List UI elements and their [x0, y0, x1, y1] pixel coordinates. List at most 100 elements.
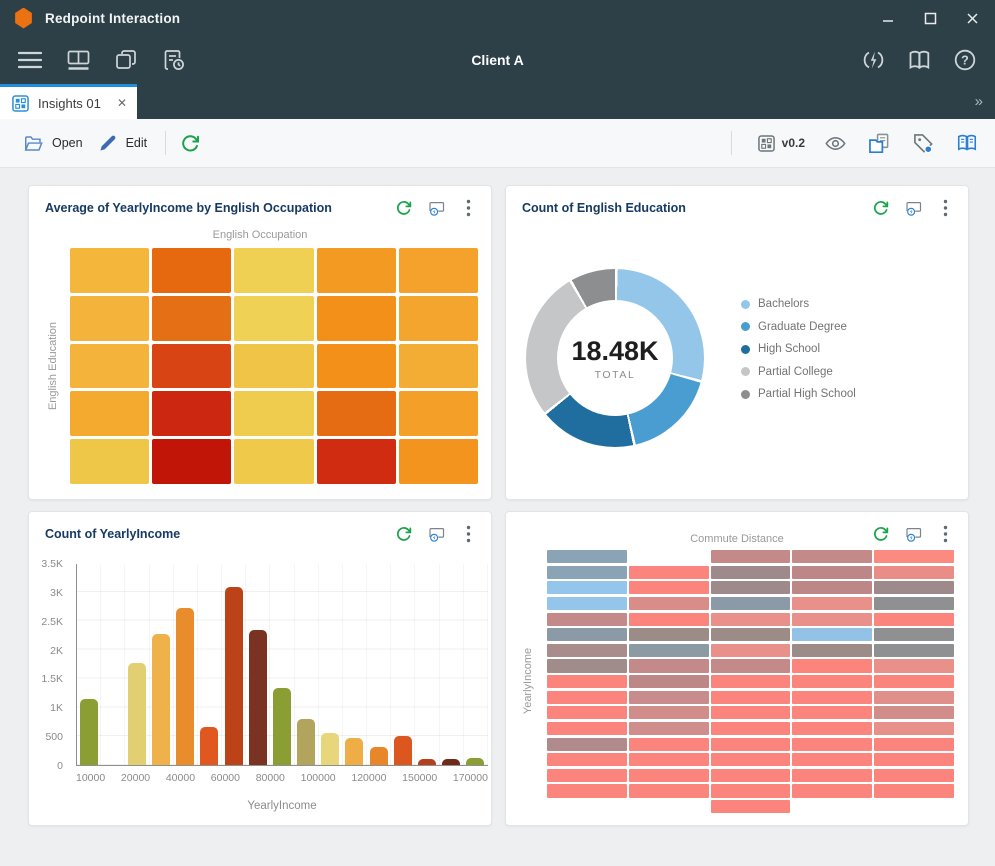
- heatmap-cell[interactable]: [711, 691, 791, 704]
- heatmap-cell[interactable]: [70, 344, 149, 389]
- heatmap-cell[interactable]: [874, 738, 954, 751]
- heatmap-cell[interactable]: [70, 296, 149, 341]
- edit-button[interactable]: Edit: [91, 128, 156, 158]
- preview-eye-icon[interactable]: [821, 129, 849, 157]
- heatmap-cell[interactable]: [629, 581, 709, 594]
- minimize-icon[interactable]: [879, 9, 897, 27]
- heatmap-cell[interactable]: [547, 706, 627, 719]
- heatmap-cell[interactable]: [629, 644, 709, 657]
- heatmap-cell[interactable]: [711, 597, 791, 610]
- panel-refresh-icon[interactable]: [872, 199, 890, 217]
- bar[interactable]: [200, 727, 218, 765]
- panel-apply-filter-icon[interactable]: [427, 525, 445, 543]
- heatmap-cell[interactable]: [874, 706, 954, 719]
- heatmap-cell[interactable]: [547, 675, 627, 688]
- bar[interactable]: [370, 747, 388, 765]
- legend-item[interactable]: Partial College: [741, 365, 856, 379]
- heatmap-cell[interactable]: [711, 784, 791, 797]
- heatmap-cell[interactable]: [874, 691, 954, 704]
- bar[interactable]: [297, 719, 315, 765]
- heatmap-cell[interactable]: [547, 738, 627, 751]
- heatmap-cell[interactable]: [792, 722, 872, 735]
- heatmap-cell[interactable]: [629, 675, 709, 688]
- help-icon[interactable]: ?: [951, 46, 979, 74]
- heatmap-cell[interactable]: [547, 691, 627, 704]
- heatmap-cell[interactable]: [629, 628, 709, 641]
- legend-item[interactable]: Graduate Degree: [741, 320, 856, 334]
- heatmap-cell[interactable]: [874, 675, 954, 688]
- heatmap-cell[interactable]: [792, 675, 872, 688]
- heatmap-cell[interactable]: [629, 706, 709, 719]
- panel-menu-kebab-icon[interactable]: [459, 199, 477, 217]
- legend-item[interactable]: High School: [741, 342, 856, 356]
- panel-menu-kebab-icon[interactable]: [459, 525, 477, 543]
- heatmap-cell[interactable]: [399, 439, 478, 484]
- panel-menu-kebab-icon[interactable]: [936, 525, 954, 543]
- heatmap-cell[interactable]: [152, 344, 231, 389]
- heatmap-cell[interactable]: [792, 706, 872, 719]
- heatmap-cell[interactable]: [234, 248, 313, 293]
- bar[interactable]: [442, 759, 460, 765]
- heatmap-cell[interactable]: [234, 439, 313, 484]
- heatmap-cell[interactable]: [792, 581, 872, 594]
- heatmap-cell[interactable]: [792, 753, 872, 766]
- export-folder-doc-icon[interactable]: [865, 129, 893, 157]
- heatmap-cell[interactable]: [317, 391, 396, 436]
- documentation-book-icon[interactable]: [905, 46, 933, 74]
- heatmap-cell[interactable]: [399, 344, 478, 389]
- panel-menu-kebab-icon[interactable]: [936, 199, 954, 217]
- heatmap-cell[interactable]: [629, 691, 709, 704]
- bar[interactable]: [152, 634, 170, 765]
- heatmap-cell[interactable]: [399, 296, 478, 341]
- heatmap-cell[interactable]: [874, 550, 954, 563]
- heatmap-cell[interactable]: [547, 628, 627, 641]
- heatmap-cell[interactable]: [711, 613, 791, 626]
- heatmap-cell[interactable]: [792, 613, 872, 626]
- bar[interactable]: [80, 699, 98, 765]
- heatmap-cell[interactable]: [629, 722, 709, 735]
- heatmap-cell[interactable]: [874, 722, 954, 735]
- heatmap-cell[interactable]: [874, 613, 954, 626]
- heatmap-cell[interactable]: [547, 753, 627, 766]
- heatmap-cell[interactable]: [152, 391, 231, 436]
- heatmap-cell[interactable]: [547, 659, 627, 672]
- bar[interactable]: [273, 688, 291, 765]
- bar[interactable]: [466, 758, 484, 765]
- heatmap-cell[interactable]: [317, 344, 396, 389]
- heatmap-cell[interactable]: [629, 784, 709, 797]
- heatmap-cell[interactable]: [874, 581, 954, 594]
- heatmap-cell[interactable]: [317, 439, 396, 484]
- bar[interactable]: [176, 608, 194, 765]
- heatmap-cell[interactable]: [874, 644, 954, 657]
- heatmap-cell[interactable]: [711, 800, 791, 813]
- heatmap-cell[interactable]: [152, 296, 231, 341]
- heatmap-cell[interactable]: [792, 738, 872, 751]
- panel-refresh-icon[interactable]: [395, 199, 413, 217]
- legend-item[interactable]: Bachelors: [741, 297, 856, 311]
- heatmap-cell[interactable]: [711, 581, 791, 594]
- heatmap-cell[interactable]: [711, 738, 791, 751]
- heatmap-cell[interactable]: [152, 248, 231, 293]
- heatmap-cell[interactable]: [792, 784, 872, 797]
- heatmap-cell[interactable]: [547, 769, 627, 782]
- heatmap-cell[interactable]: [874, 597, 954, 610]
- heatmap-cell[interactable]: [711, 659, 791, 672]
- heatmap-cell[interactable]: [711, 644, 791, 657]
- heatmap-cell[interactable]: [711, 550, 791, 563]
- maximize-icon[interactable]: [921, 9, 939, 27]
- heatmap-cell[interactable]: [152, 439, 231, 484]
- panel-refresh-icon[interactable]: [872, 525, 890, 543]
- heatmap-cell[interactable]: [792, 769, 872, 782]
- refresh-icon[interactable]: [176, 129, 204, 157]
- heatmap-cell[interactable]: [792, 550, 872, 563]
- heatmap-cell[interactable]: [547, 597, 627, 610]
- bar[interactable]: [394, 736, 412, 765]
- heatmap-cell[interactable]: [711, 675, 791, 688]
- panel-apply-filter-icon[interactable]: [904, 199, 922, 217]
- close-icon[interactable]: [963, 9, 981, 27]
- heatmap-cell[interactable]: [234, 344, 313, 389]
- heatmap-cell[interactable]: [874, 659, 954, 672]
- tag-icon[interactable]: [909, 129, 937, 157]
- bar[interactable]: [128, 663, 146, 765]
- panel-apply-filter-icon[interactable]: [427, 199, 445, 217]
